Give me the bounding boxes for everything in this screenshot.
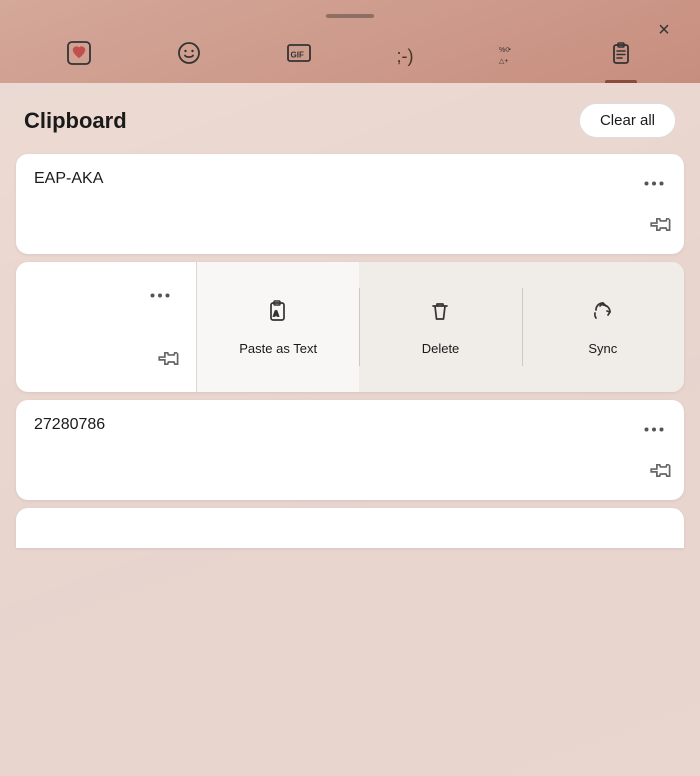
clip-pin-btn-3[interactable] xyxy=(641,456,676,491)
tab-kaomoji[interactable]: ;-) xyxy=(381,40,430,77)
emoji-panel: × xyxy=(0,0,700,776)
top-bar: × xyxy=(0,0,700,28)
close-button[interactable]: × xyxy=(646,12,682,48)
clip-card-left-2 xyxy=(16,262,196,392)
clip-text-1: EAP-AKA xyxy=(34,170,103,187)
clipboard-title: Clipboard xyxy=(24,108,127,134)
tab-stickers[interactable] xyxy=(50,34,108,83)
svg-text:GIF: GIF xyxy=(291,51,304,60)
clipboard-item-3: 27280786 xyxy=(16,400,684,500)
svg-text:%⟳: %⟳ xyxy=(499,47,511,54)
clip-more-btn-2[interactable] xyxy=(142,278,178,307)
ctx-sync-label: Sync xyxy=(588,341,617,356)
gif-icon: GIF xyxy=(286,40,312,73)
svg-text:A: A xyxy=(274,311,279,318)
tab-clipboard[interactable] xyxy=(592,34,650,83)
clipboard-item-2: A Paste as Text Delete xyxy=(16,262,684,392)
ctx-delete[interactable]: Delete xyxy=(359,262,521,392)
ctx-sync[interactable]: Sync xyxy=(522,262,684,392)
clipboard-item-4 xyxy=(16,508,684,548)
sync-icon xyxy=(590,298,616,331)
delete-icon xyxy=(427,298,453,331)
svg-text:△+: △+ xyxy=(499,58,508,65)
stickers-icon xyxy=(66,40,92,73)
tab-symbols[interactable]: %⟳ △+ xyxy=(482,34,540,83)
clipboard-items: EAP-AKA xyxy=(0,154,700,564)
clip-pin-btn-2[interactable] xyxy=(149,344,184,379)
ctx-paste-as-text[interactable]: A Paste as Text xyxy=(197,262,359,392)
emoji-icon xyxy=(176,40,202,73)
clip-pin-btn-1[interactable] xyxy=(641,210,676,245)
clip-text-3: 27280786 xyxy=(34,416,105,433)
clip-more-btn-1[interactable] xyxy=(636,166,672,195)
ctx-paste-as-text-label: Paste as Text xyxy=(239,341,317,356)
content-area: Clipboard Clear all EAP-AKA xyxy=(0,83,700,776)
paste-as-text-icon: A xyxy=(265,298,291,331)
kaomoji-icon: ;-) xyxy=(397,46,414,67)
clip-context-menu-2: A Paste as Text Delete xyxy=(196,262,684,392)
clipboard-tab-icon xyxy=(608,40,634,73)
clip-more-btn-3[interactable] xyxy=(636,412,672,441)
tab-gif[interactable]: GIF xyxy=(270,34,328,83)
drag-handle[interactable] xyxy=(326,14,374,18)
clipboard-item-1: EAP-AKA xyxy=(16,154,684,254)
tab-bar: GIF ;-) %⟳ △+ xyxy=(0,28,700,83)
clipboard-header: Clipboard Clear all xyxy=(0,83,700,154)
tab-emoji[interactable] xyxy=(160,34,218,83)
symbols-icon: %⟳ △+ xyxy=(498,40,524,73)
ctx-delete-label: Delete xyxy=(422,341,460,356)
clear-all-button[interactable]: Clear all xyxy=(579,103,676,138)
